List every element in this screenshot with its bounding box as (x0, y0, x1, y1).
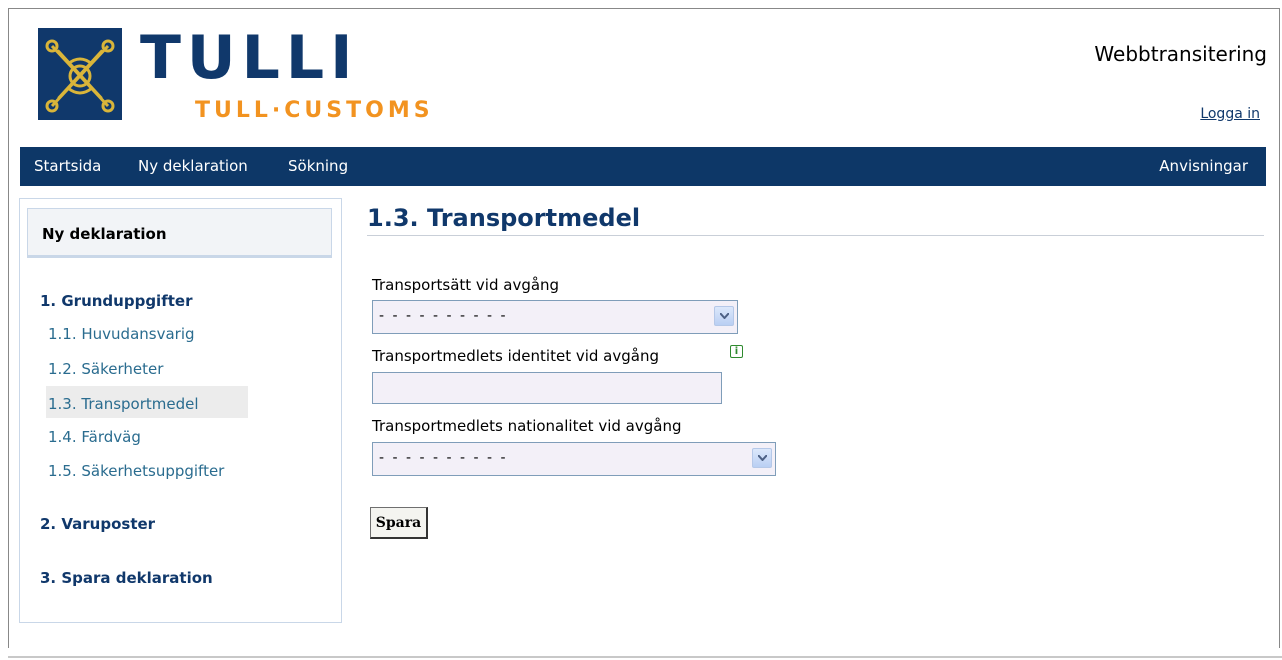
nav-item-ny-deklaration[interactable]: Ny deklaration (138, 157, 248, 175)
sidebar-group-spara-deklaration[interactable]: 3. Spara deklaration (40, 569, 213, 587)
login-link[interactable]: Logga in (1200, 106, 1260, 122)
nav-item-anvisningar[interactable]: Anvisningar (1159, 157, 1248, 175)
tulli-logo (38, 28, 122, 120)
brand: TULLI TULL·CUSTOMS (140, 23, 430, 123)
transport-nationality-select[interactable]: - - - - - - - - - - (372, 442, 776, 476)
sidebar-item-fardvag[interactable]: 1.4. Färdväg (48, 428, 141, 446)
brand-name: TULLI (140, 23, 359, 93)
sidebar-item-huvudansvarig[interactable]: 1.1. Huvudansvarig (48, 325, 195, 343)
info-icon[interactable]: i (730, 345, 743, 358)
sidebar-header: Ny deklaration (27, 208, 332, 258)
nav-item-startsida[interactable]: Startsida (34, 157, 101, 175)
transport-nationality-value: - - - - - - - - - - (379, 450, 508, 466)
save-button[interactable]: Spara (370, 507, 428, 539)
transport-identity-input[interactable] (372, 372, 722, 404)
sidebar-group-varuposter[interactable]: 2. Varuposter (40, 515, 155, 533)
main-nav: Startsida Ny deklaration Sökning Anvisni… (20, 147, 1266, 186)
sidebar-title: Ny deklaration (42, 225, 167, 243)
transport-mode-value: - - - - - - - - - - (379, 308, 508, 324)
brand-subtitle: TULL·CUSTOMS (195, 98, 434, 123)
transport-nationality-label: Transportmedlets nationalitet vid avgång (372, 417, 682, 435)
app-title: Webbtransitering (1094, 42, 1267, 66)
sidebar: Ny deklaration 1. Grunduppgifter 1.1. Hu… (19, 198, 342, 623)
sidebar-item-sakerheter[interactable]: 1.2. Säkerheter (48, 360, 163, 378)
sidebar-item-transportmedel[interactable]: 1.3. Transportmedel (48, 395, 199, 413)
chevron-down-icon[interactable] (752, 448, 772, 468)
transport-identity-label: Transportmedlets identitet vid avgång (372, 347, 659, 365)
sidebar-item-sakerhetsuppgifter[interactable]: 1.5. Säkerhetsuppgifter (48, 462, 224, 480)
page-title: 1.3. Transportmedel (367, 204, 641, 232)
transport-mode-label: Transportsätt vid avgång (372, 276, 560, 294)
footer-divider (8, 656, 1282, 658)
nav-item-sokning[interactable]: Sökning (288, 157, 348, 175)
transport-mode-select[interactable]: - - - - - - - - - - (372, 300, 738, 334)
sidebar-group-grunduppgifter[interactable]: 1. Grunduppgifter (40, 292, 192, 310)
chevron-down-icon[interactable] (714, 306, 734, 326)
title-divider (367, 235, 1264, 236)
